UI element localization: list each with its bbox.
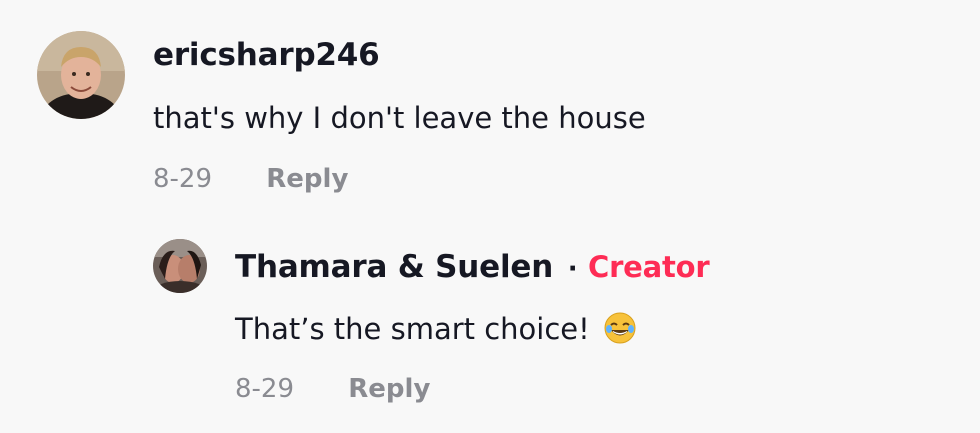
reply-header: Thamara & Suelen · Creator [235, 249, 710, 285]
user-avatar-image [37, 31, 125, 119]
reply-button[interactable]: Reply [266, 164, 348, 194]
comment-text: that's why I don't leave the house [153, 101, 646, 135]
reply-date: 8-29 [235, 374, 295, 404]
creator-badge: Creator [588, 250, 710, 284]
creator-avatar-image [153, 239, 207, 293]
reply-meta: 8-29 Reply [235, 374, 430, 404]
avatar[interactable] [153, 239, 207, 293]
separator-dot: · [567, 254, 578, 284]
reply-text: That’s the smart choice! [235, 312, 590, 346]
laughing-emoji-icon [603, 311, 637, 345]
reply-username[interactable]: Thamara & Suelen [235, 249, 553, 285]
comment-meta: 8-29 Reply [153, 164, 348, 194]
reply-button[interactable]: Reply [348, 374, 430, 404]
comment-date: 8-29 [153, 164, 213, 194]
reply-text-line: That’s the smart choice! [235, 311, 637, 346]
comment-username[interactable]: ericsharp246 [153, 37, 380, 73]
avatar[interactable] [37, 31, 125, 119]
